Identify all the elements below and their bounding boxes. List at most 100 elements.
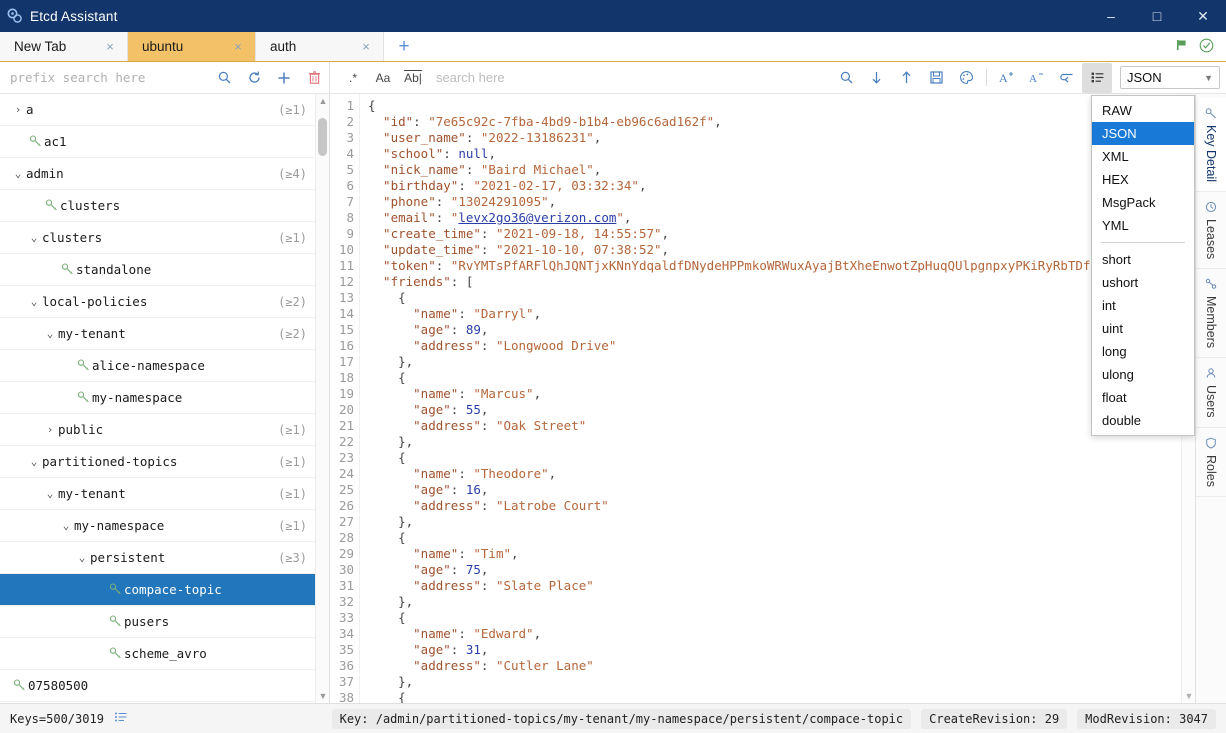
rail-tab-roles[interactable]: Roles	[1196, 428, 1226, 497]
code-line[interactable]: "age": 89,	[368, 322, 1181, 338]
format-option-xml[interactable]: XML	[1092, 145, 1194, 168]
code-line[interactable]: {	[368, 610, 1181, 626]
format-option-int[interactable]: int	[1092, 294, 1194, 317]
match-case-toggle[interactable]: Aa	[368, 63, 398, 93]
prefix-search-icon[interactable]	[209, 63, 239, 93]
code-line[interactable]: {	[368, 450, 1181, 466]
flag-icon[interactable]	[1175, 38, 1189, 55]
email-link[interactable]: levx2go36@verizon.com	[458, 210, 616, 225]
rail-tab-members[interactable]: Members	[1196, 269, 1226, 358]
code-line[interactable]: "age": 16,	[368, 482, 1181, 498]
code-line[interactable]: "address": "Cutler Lane"	[368, 658, 1181, 674]
chevron-right-icon[interactable]: ›	[10, 103, 26, 116]
json-code-content[interactable]: { "id": "7e65c92c-7fba-4bd9-b1b4-eb96c6a…	[360, 94, 1181, 703]
code-line[interactable]: "user_name": "2022-13186231",	[368, 130, 1181, 146]
save-icon[interactable]	[921, 63, 951, 93]
tab-close-icon[interactable]: ×	[231, 39, 245, 54]
format-option-hex[interactable]: HEX	[1092, 168, 1194, 191]
code-line[interactable]: },	[368, 674, 1181, 690]
format-option-ulong[interactable]: ulong	[1092, 363, 1194, 386]
tree-scrollbar[interactable]: ▲ ▼	[315, 94, 329, 703]
tree-item-scheme_avro[interactable]: scheme_avro	[0, 638, 315, 670]
find-prev-icon[interactable]	[891, 63, 921, 93]
code-line[interactable]: {	[368, 290, 1181, 306]
code-line[interactable]: "phone": "13024291095",	[368, 194, 1181, 210]
format-option-msgpack[interactable]: MsgPack	[1092, 191, 1194, 214]
format-option-uint[interactable]: uint	[1092, 317, 1194, 340]
code-line[interactable]: {	[368, 530, 1181, 546]
format-option-double[interactable]: double	[1092, 409, 1194, 432]
tab-ubuntu[interactable]: ubuntu ×	[128, 32, 256, 61]
font-increase-icon[interactable]: A	[992, 63, 1022, 93]
tree-item-public[interactable]: ›public(≥1)	[0, 414, 315, 446]
tree-item-compace-topic[interactable]: compace-topic	[0, 574, 315, 606]
format-option-short[interactable]: short	[1092, 248, 1194, 271]
code-line[interactable]: },	[368, 434, 1181, 450]
tree-item-my-namespace[interactable]: my-namespace	[0, 382, 315, 414]
code-line[interactable]: "friends": [	[368, 274, 1181, 290]
tree-item-ac1[interactable]: ac1	[0, 126, 315, 158]
check-circle-icon[interactable]	[1199, 38, 1214, 56]
prefix-search-input[interactable]	[0, 63, 209, 93]
code-line[interactable]: "name": "Marcus",	[368, 386, 1181, 402]
tree-item-my-namespace[interactable]: ⌄my-namespace(≥1)	[0, 510, 315, 542]
format-list-icon[interactable]	[1082, 63, 1112, 93]
tree-item-local-policies[interactable]: ⌄local-policies(≥2)	[0, 286, 315, 318]
rail-tab-leases[interactable]: Leases	[1196, 192, 1226, 269]
scroll-up-arrow[interactable]: ▲	[316, 96, 330, 106]
tree-item-partitioned-topics[interactable]: ⌄partitioned-topics(≥1)	[0, 446, 315, 478]
chevron-down-icon[interactable]: ⌄	[10, 167, 26, 180]
code-line[interactable]: "address": "Slate Place"	[368, 578, 1181, 594]
tree-item-my-tenant[interactable]: ⌄my-tenant(≥2)	[0, 318, 315, 350]
code-line[interactable]: "token": "RvYMTsPfARFlQhJQNTjxKNnYdqaldf…	[368, 258, 1181, 274]
code-line[interactable]: },	[368, 354, 1181, 370]
find-icon[interactable]	[831, 63, 861, 93]
code-line[interactable]: "update_time": "2021-10-10, 07:38:52",	[368, 242, 1181, 258]
tree-item-persistent[interactable]: ⌄persistent(≥3)	[0, 542, 315, 574]
list-icon[interactable]	[114, 710, 128, 728]
tree-item-clusters[interactable]: clusters	[0, 190, 315, 222]
code-line[interactable]: "school": null,	[368, 146, 1181, 162]
format-option-raw[interactable]: RAW	[1092, 99, 1194, 122]
code-line[interactable]: },	[368, 594, 1181, 610]
code-line[interactable]: "address": "Latrobe Court"	[368, 498, 1181, 514]
code-line[interactable]: "id": "7e65c92c-7fba-4bd9-b1b4-eb96c6ad1…	[368, 114, 1181, 130]
chevron-down-icon[interactable]: ⌄	[74, 551, 90, 564]
tree-item-clusters[interactable]: ⌄clusters(≥1)	[0, 222, 315, 254]
code-line[interactable]: "age": 55,	[368, 402, 1181, 418]
code-line[interactable]: "address": "Longwood Drive"	[368, 338, 1181, 354]
code-line[interactable]: "name": "Theodore",	[368, 466, 1181, 482]
rail-tab-users[interactable]: Users	[1196, 358, 1226, 428]
code-line[interactable]: "name": "Edward",	[368, 626, 1181, 642]
find-next-icon[interactable]	[861, 63, 891, 93]
format-option-long[interactable]: long	[1092, 340, 1194, 363]
code-line[interactable]: {	[368, 370, 1181, 386]
close-button[interactable]: ✕	[1180, 0, 1226, 32]
format-select[interactable]: JSON ▼	[1120, 66, 1220, 89]
format-option-ushort[interactable]: ushort	[1092, 271, 1194, 294]
delete-key-icon[interactable]	[299, 63, 329, 93]
palette-icon[interactable]	[951, 63, 981, 93]
minimize-button[interactable]: –	[1088, 0, 1134, 32]
tree-item-admin[interactable]: ⌄admin(≥4)	[0, 158, 315, 190]
add-key-icon[interactable]	[269, 63, 299, 93]
word-wrap-icon[interactable]	[1052, 63, 1082, 93]
format-dropdown-menu[interactable]: RAWJSONXMLHEXMsgPackYMLshortushortintuin…	[1091, 95, 1195, 436]
tree-item-my-tenant[interactable]: ⌄my-tenant(≥1)	[0, 478, 315, 510]
code-line[interactable]: "nick_name": "Baird Michael",	[368, 162, 1181, 178]
tab-close-icon[interactable]: ×	[103, 39, 117, 54]
code-line[interactable]: "name": "Darryl",	[368, 306, 1181, 322]
scroll-down-arrow[interactable]: ▼	[316, 691, 330, 701]
code-line[interactable]: {	[368, 98, 1181, 114]
tree-scroll-thumb[interactable]	[318, 118, 327, 156]
format-option-yml[interactable]: YML	[1092, 214, 1194, 237]
refresh-icon[interactable]	[239, 63, 269, 93]
code-line[interactable]: },	[368, 514, 1181, 530]
code-line[interactable]: "age": 31,	[368, 642, 1181, 658]
code-line[interactable]: "email": "levx2go36@verizon.com",	[368, 210, 1181, 226]
editor-search-input[interactable]	[428, 63, 831, 93]
chevron-right-icon[interactable]: ›	[42, 423, 58, 436]
code-line[interactable]: "create_time": "2021-09-18, 14:55:57",	[368, 226, 1181, 242]
tab-auth[interactable]: auth ×	[256, 32, 384, 61]
tree-item-a[interactable]: ›a(≥1)	[0, 94, 315, 126]
